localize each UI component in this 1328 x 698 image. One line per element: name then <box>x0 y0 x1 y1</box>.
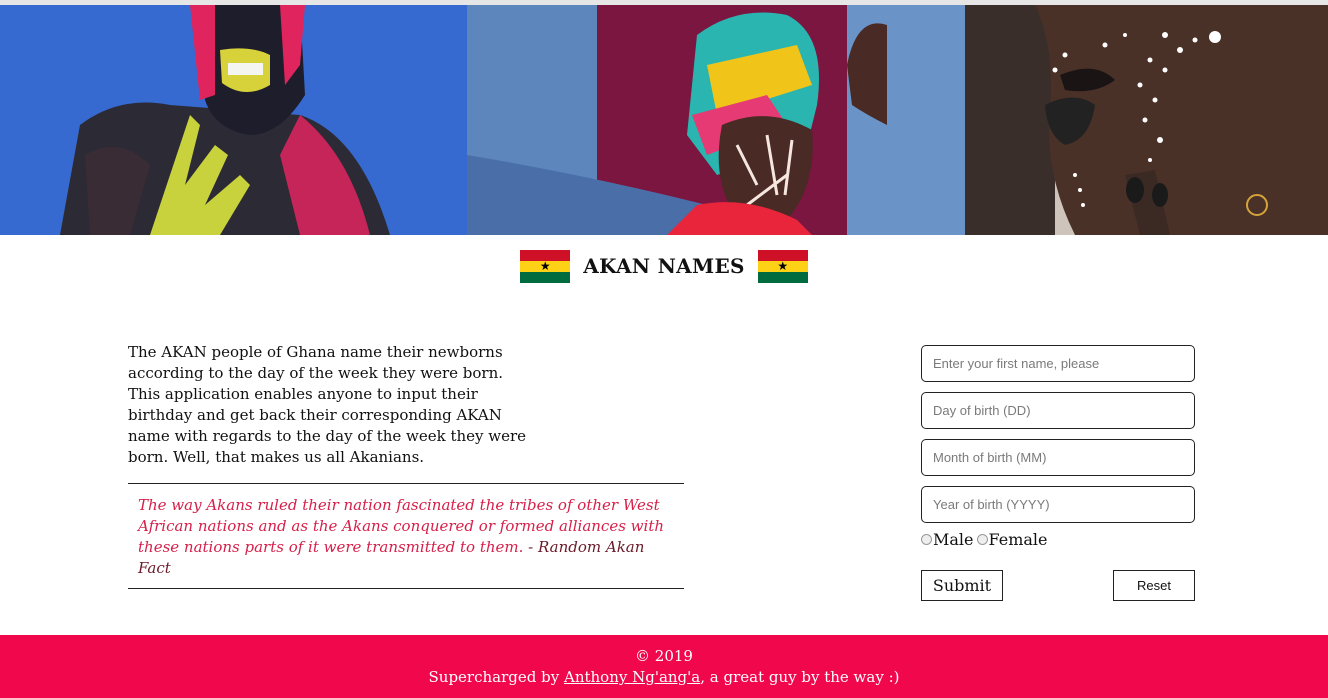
hero-image-painted-man <box>0 5 467 235</box>
first-name-input[interactable] <box>921 345 1195 382</box>
footer-copyright: © 2019 <box>635 647 693 665</box>
title-row: ★ AKAN NAMES ★ <box>0 249 1328 283</box>
akan-name-form: Male Female Submit Reset <box>921 345 1195 601</box>
male-label: Male <box>933 530 974 549</box>
day-of-birth-input[interactable] <box>921 392 1195 429</box>
akan-fact-quote: The way Akans ruled their nation fascina… <box>128 483 684 589</box>
submit-button[interactable]: Submit <box>921 570 1003 601</box>
form-buttons: Submit Reset <box>921 570 1195 601</box>
reset-button[interactable]: Reset <box>1113 570 1195 601</box>
footer-credit-suffix: , a great guy by the way :) <box>700 668 900 686</box>
page-title: AKAN NAMES <box>583 254 745 278</box>
footer-credit: Supercharged by Anthony Ng'ang'a, a grea… <box>0 667 1328 688</box>
footer-credit-prefix: Supercharged by <box>428 668 564 686</box>
male-radio[interactable] <box>921 534 932 545</box>
ghana-flag-icon: ★ <box>757 249 808 283</box>
gender-radio-group: Male Female <box>921 530 1195 549</box>
female-radio[interactable] <box>976 534 988 545</box>
intro-paragraph: The AKAN people of Ghana name their newb… <box>128 343 527 466</box>
author-link[interactable]: Anthony Ng'ang'a <box>564 668 700 686</box>
year-of-birth-input[interactable] <box>921 486 1195 523</box>
footer: © 2019 Supercharged by Anthony Ng'ang'a,… <box>0 635 1328 698</box>
hero-image-dotted-face <box>965 5 1328 235</box>
female-label: Female <box>988 530 1048 549</box>
month-of-birth-input[interactable] <box>921 439 1195 476</box>
hero-banner <box>0 5 1328 235</box>
hero-image-headwrap-woman <box>467 5 965 235</box>
ghana-flag-icon: ★ <box>520 249 571 283</box>
